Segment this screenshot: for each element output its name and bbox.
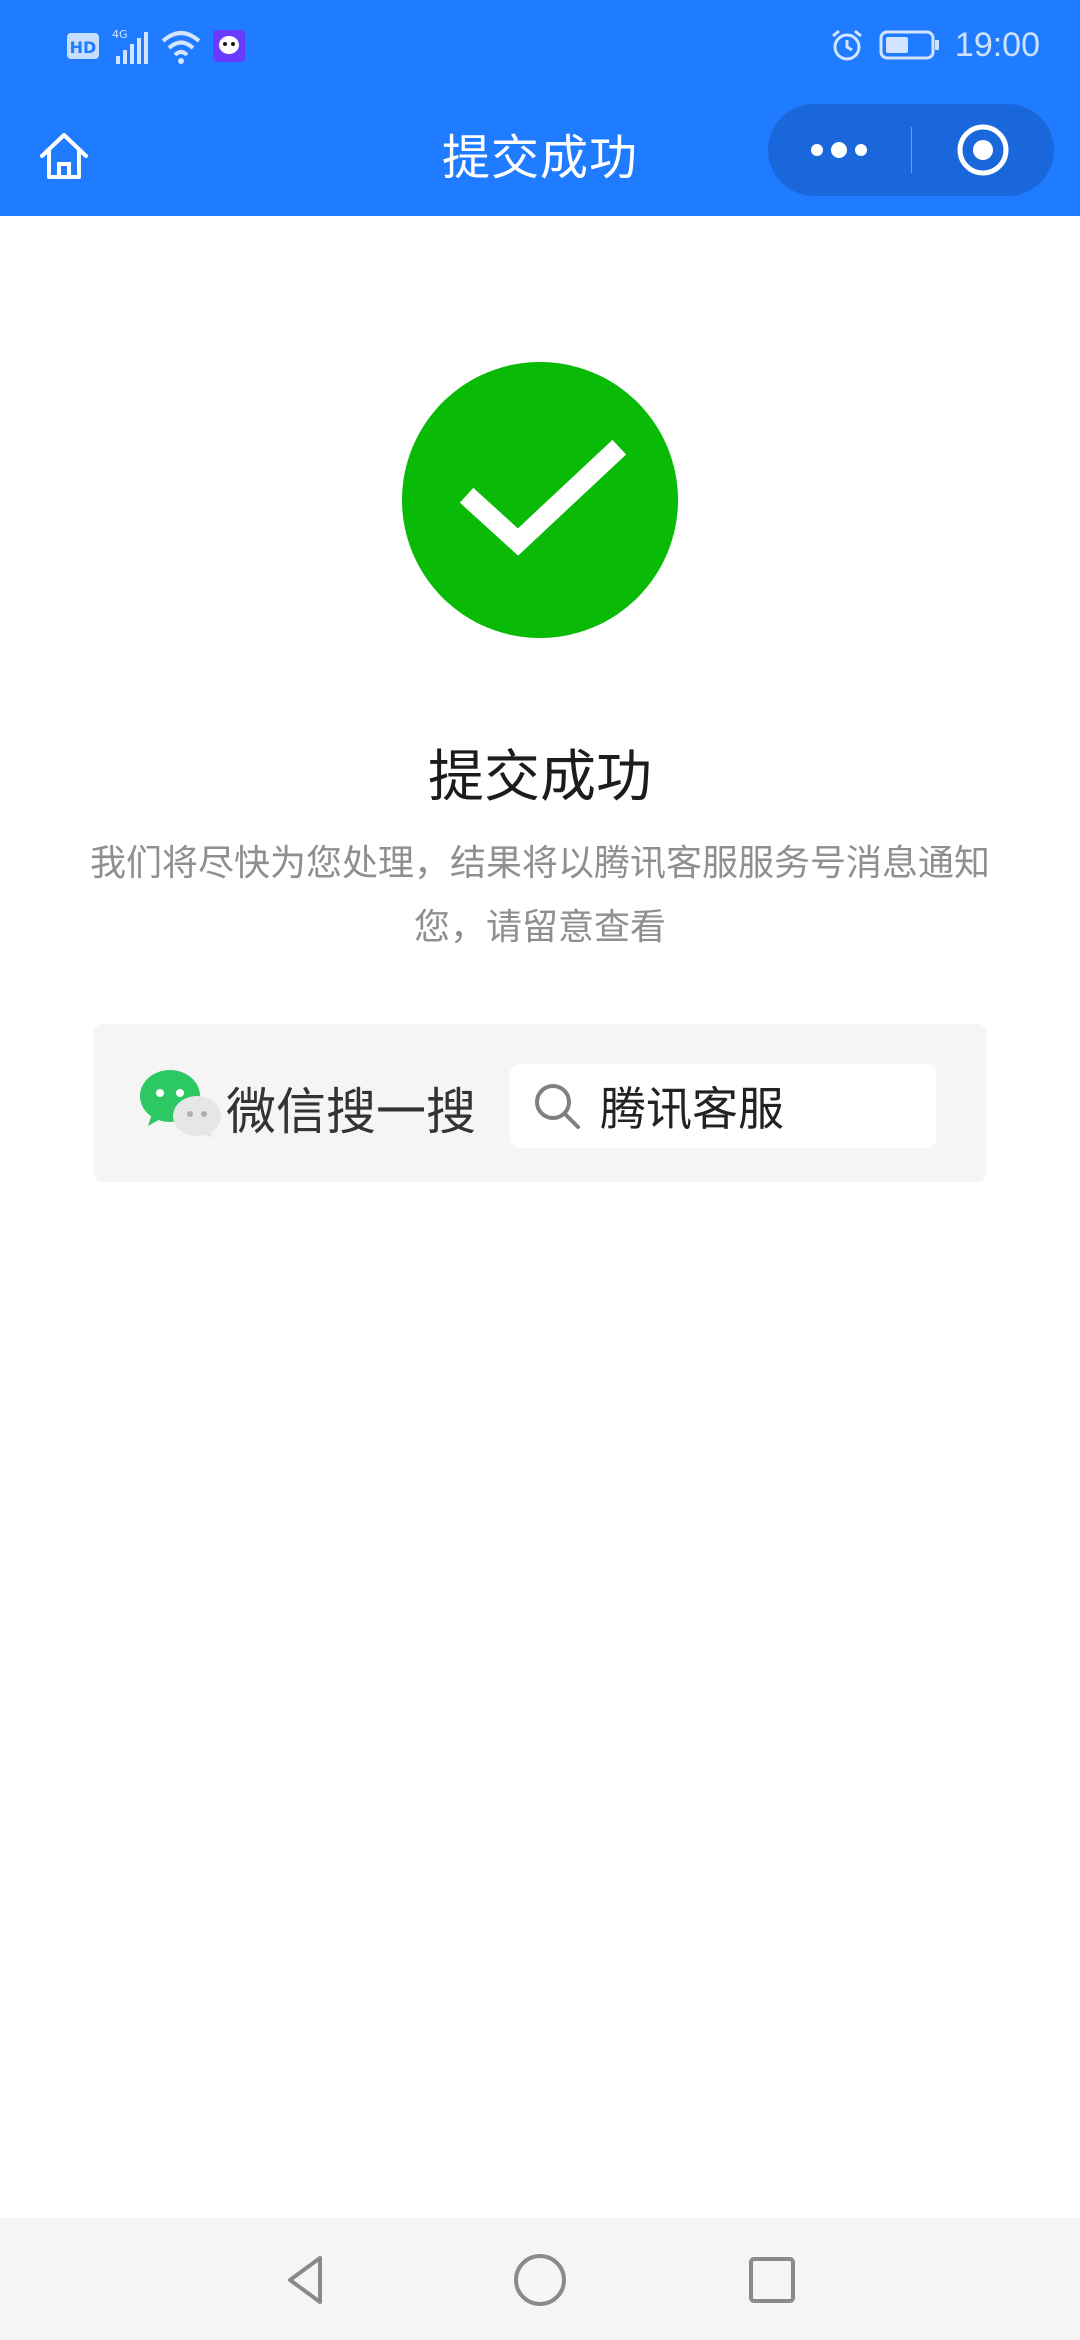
top-header: HD 4G 19:00 提交成功 bbox=[0, 0, 1080, 216]
hd-label: HD bbox=[70, 38, 97, 57]
status-bar: HD 4G 19:00 bbox=[0, 0, 1080, 90]
wechat-logo-icon bbox=[140, 1070, 221, 1138]
search-box[interactable]: 腾讯客服 bbox=[510, 1064, 936, 1148]
search-query-text: 腾讯客服 bbox=[600, 1082, 784, 1136]
back-triangle-icon bbox=[288, 2256, 322, 2304]
close-button[interactable] bbox=[912, 104, 1055, 196]
network-type-label: 4G bbox=[112, 28, 128, 41]
wechat-search-card[interactable]: 微信搜一搜 腾讯客服 bbox=[94, 1024, 986, 1182]
more-dots-icon bbox=[811, 142, 868, 158]
home-circle-icon bbox=[514, 2254, 566, 2306]
wifi-icon bbox=[161, 31, 201, 64]
app-notification-icon bbox=[213, 30, 245, 62]
recent-apps-square-icon bbox=[749, 2257, 795, 2303]
status-time: 19:00 bbox=[954, 25, 1040, 64]
result-title: 提交成功 bbox=[428, 745, 652, 810]
hd-icon: HD bbox=[67, 33, 99, 59]
system-navigation-bar bbox=[0, 2218, 1080, 2340]
wechat-search-label: 微信搜一搜 bbox=[226, 1083, 476, 1141]
check-circle-icon bbox=[402, 362, 678, 638]
battery-icon bbox=[879, 30, 939, 60]
target-icon bbox=[957, 124, 1009, 176]
status-left: HD 4G bbox=[66, 22, 246, 70]
more-button[interactable] bbox=[768, 104, 911, 196]
status-right: 19:00 bbox=[829, 20, 1040, 70]
result-description: 我们将尽快为您处理，结果将以腾讯客服服务号消息通知您，请留意查看 bbox=[89, 843, 990, 948]
alarm-icon bbox=[831, 29, 862, 61]
mini-program-capsule bbox=[768, 104, 1054, 196]
recent-apps-button[interactable] bbox=[740, 2248, 804, 2312]
cellular-4g-icon: 4G bbox=[112, 28, 148, 64]
search-icon bbox=[535, 1084, 580, 1129]
navigation-bar: 提交成功 bbox=[0, 90, 1080, 216]
home-nav-button[interactable] bbox=[508, 2248, 572, 2312]
back-button[interactable] bbox=[276, 2248, 340, 2312]
